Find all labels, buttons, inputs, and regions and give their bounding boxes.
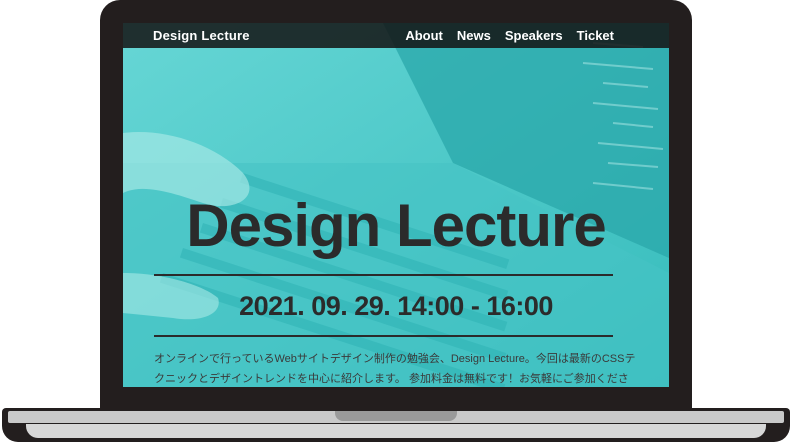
nav-link-news[interactable]: News bbox=[457, 28, 491, 43]
title-divider-top bbox=[154, 274, 613, 276]
event-date: 2021. 09. 29. 14:00 - 16:00 bbox=[239, 291, 553, 321]
title-divider-bottom bbox=[154, 335, 613, 337]
nav-link-speakers[interactable]: Speakers bbox=[505, 28, 563, 43]
laptop-base-bottom bbox=[26, 424, 766, 438]
event-description: オンラインで行っているWebサイトデザイン制作の勉強会、Design Lectu… bbox=[154, 353, 636, 385]
nav-link-ticket[interactable]: Ticket bbox=[577, 28, 614, 43]
site-header: Design Lecture About News Speakers Ticke… bbox=[123, 23, 669, 48]
main-nav: About News Speakers Ticket bbox=[405, 28, 614, 43]
laptop-screen: Design Lecture About News Speakers Ticke… bbox=[123, 23, 669, 387]
site-logo[interactable]: Design Lecture bbox=[153, 28, 250, 43]
laptop-notch bbox=[335, 411, 457, 421]
nav-link-about[interactable]: About bbox=[405, 28, 443, 43]
hero-title: Design Lecture bbox=[186, 192, 606, 259]
